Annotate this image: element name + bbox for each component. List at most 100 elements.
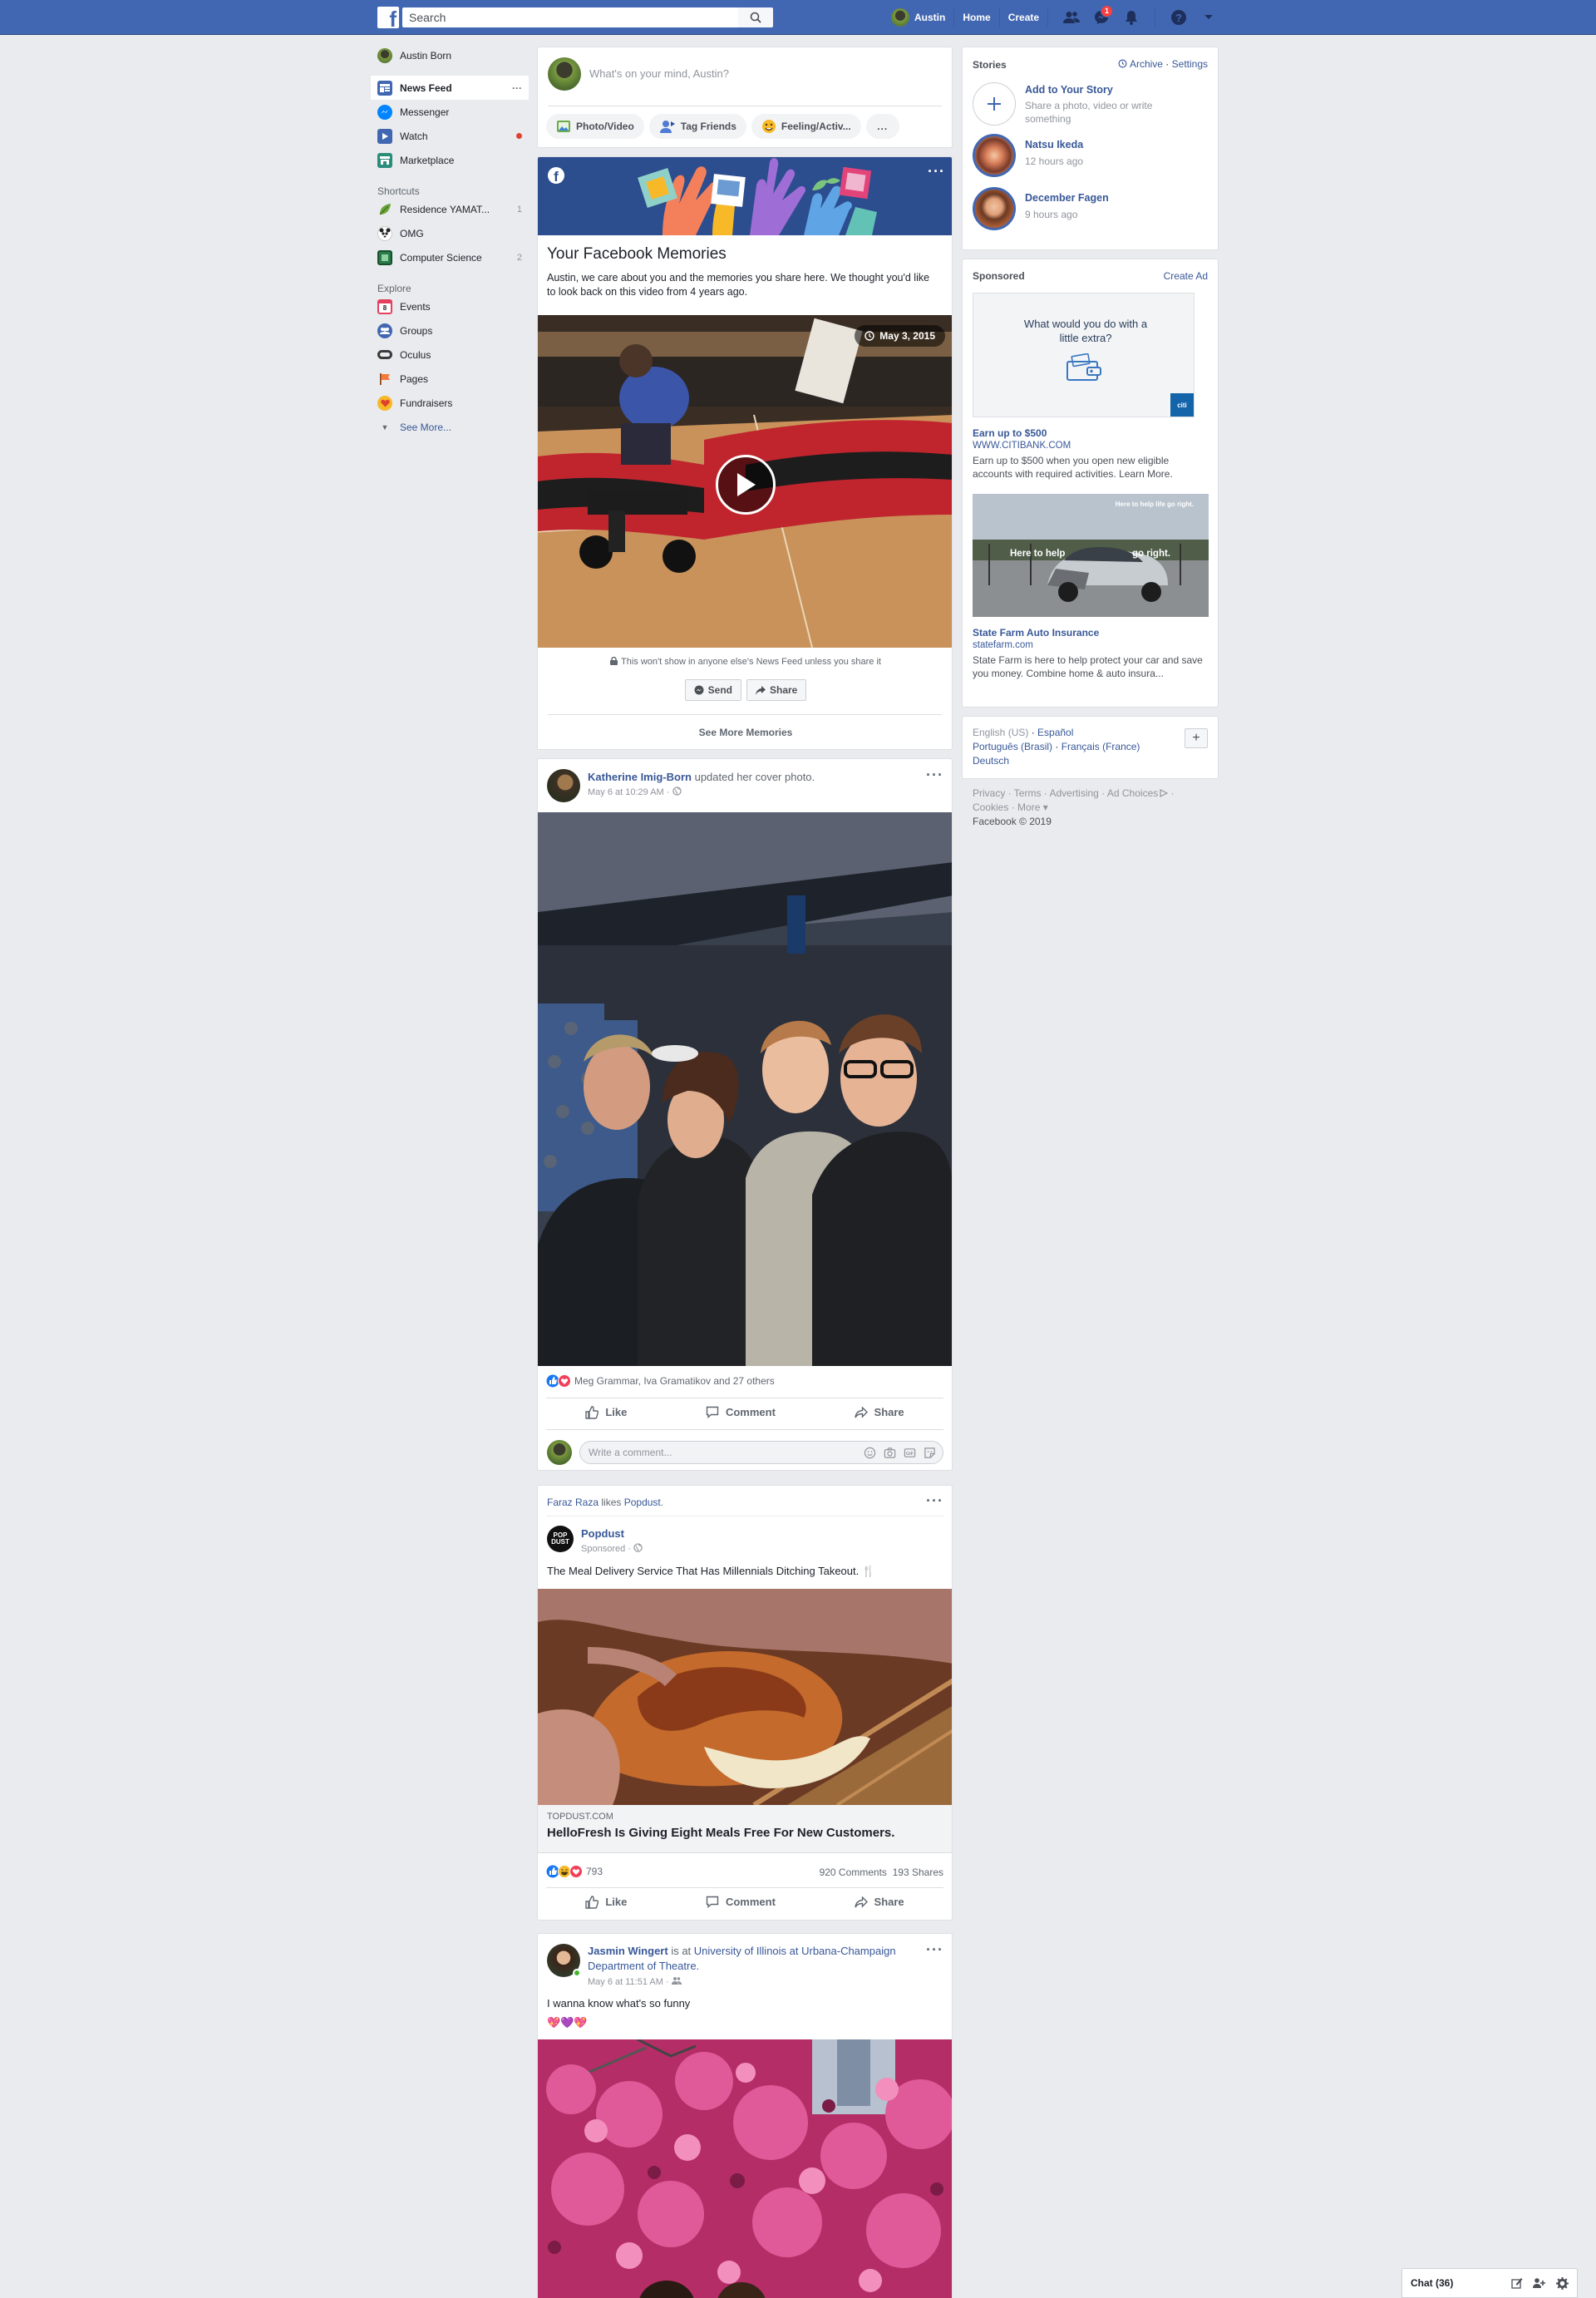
citi-ad-image[interactable]: What would you do with a little extra? c… bbox=[973, 293, 1195, 417]
photo-video-button[interactable]: Photo/Video bbox=[546, 114, 644, 139]
friend-requests-button[interactable] bbox=[1057, 0, 1086, 35]
author-link[interactable]: Jasmin Wingert bbox=[588, 1945, 668, 1957]
comment-input[interactable]: Write a comment... GIF bbox=[579, 1441, 943, 1464]
comments-count[interactable]: 920 Comments bbox=[820, 1867, 887, 1878]
settings-link[interactable]: Settings bbox=[1172, 58, 1208, 70]
add-story-button[interactable] bbox=[973, 82, 1016, 126]
create-ad-link[interactable]: Create Ad bbox=[1164, 270, 1208, 282]
ad-image[interactable] bbox=[538, 1589, 952, 1805]
emoji-icon[interactable] bbox=[864, 1447, 876, 1459]
add-story-title[interactable]: Add to Your Story bbox=[1025, 84, 1113, 96]
post-timestamp[interactable]: May 6 at 11:51 AM · bbox=[588, 1976, 682, 1987]
memory-video[interactable]: May 3, 2015 bbox=[538, 315, 952, 648]
sidebar-profile[interactable]: Austin Born bbox=[371, 43, 529, 67]
sidebar-item-shortcut[interactable]: Computer Science 2 bbox=[371, 245, 529, 269]
language-link[interactable]: Español bbox=[1037, 727, 1073, 738]
page-link[interactable]: Popdust bbox=[624, 1497, 661, 1508]
like-button[interactable]: Like bbox=[585, 1405, 627, 1419]
share-button[interactable]: Share bbox=[854, 1406, 904, 1418]
popdust-logo-icon[interactable]: POP DUST bbox=[547, 1526, 574, 1552]
more-options-button[interactable]: ... bbox=[865, 114, 899, 139]
add-language-button[interactable]: + bbox=[1185, 728, 1208, 748]
account-menu-button[interactable] bbox=[1194, 0, 1224, 35]
notifications-button[interactable] bbox=[1116, 0, 1146, 35]
comment-button[interactable]: Comment bbox=[706, 1896, 776, 1908]
sidebar-item-shortcut[interactable]: OMG bbox=[371, 221, 529, 245]
cover-photo[interactable] bbox=[538, 812, 952, 1366]
more-options-icon[interactable]: ··· bbox=[926, 767, 943, 782]
link-preview[interactable]: TOPDUST.COM HelloFresh Is Giving Eight M… bbox=[538, 1805, 952, 1853]
ad-url[interactable]: statefarm.com bbox=[973, 640, 1033, 650]
create-link[interactable]: Create bbox=[1008, 12, 1039, 23]
sidebar-item-fundraisers[interactable]: Fundraisers bbox=[371, 391, 529, 415]
reactions-summary[interactable]: Meg Grammar, Iva Gramatikov and 27 other… bbox=[546, 1374, 775, 1388]
caret-down-icon[interactable]: ▾ bbox=[1040, 801, 1048, 813]
sidebar-item-shortcut[interactable]: Residence YAMAT... 1 bbox=[371, 197, 529, 221]
sidebar-item-events[interactable]: 8 Events bbox=[371, 294, 529, 318]
gif-icon[interactable]: GIF bbox=[904, 1447, 916, 1459]
create-group-icon[interactable] bbox=[1533, 2277, 1546, 2289]
post-timestamp[interactable]: May 6 at 10:29 AM · bbox=[588, 787, 682, 797]
more-options-icon[interactable]: ··· bbox=[512, 82, 522, 94]
language-link[interactable]: Français (France) bbox=[1062, 741, 1140, 752]
sticker-icon[interactable] bbox=[924, 1447, 936, 1459]
composer-input[interactable]: What's on your mind, Austin? bbox=[589, 67, 729, 80]
ad-title[interactable]: Earn up to $500 bbox=[973, 427, 1047, 439]
reactions-summary[interactable]: 793 bbox=[546, 1865, 603, 1878]
search-button[interactable] bbox=[738, 7, 773, 27]
story-item[interactable]: December Fagen 9 hours ago bbox=[973, 187, 1205, 234]
profile-link[interactable]: Austin bbox=[891, 8, 945, 27]
messenger-button[interactable]: 1 bbox=[1086, 0, 1116, 35]
search-input[interactable] bbox=[402, 7, 738, 27]
camera-icon[interactable] bbox=[884, 1447, 896, 1459]
see-more-memories-link[interactable]: See More Memories bbox=[538, 727, 952, 738]
liker-link[interactable]: Faraz Raza bbox=[547, 1497, 598, 1508]
sidebar-item-oculus[interactable]: Oculus bbox=[371, 343, 529, 367]
sidebar-item-marketplace[interactable]: Marketplace bbox=[371, 148, 529, 172]
help-button[interactable]: ? bbox=[1164, 0, 1194, 35]
footer-link[interactable]: Cookies bbox=[973, 801, 1008, 813]
share-button[interactable]: Share bbox=[746, 679, 807, 701]
ad-title[interactable]: State Farm Auto Insurance bbox=[973, 627, 1099, 639]
story-item[interactable]: Natsu Ikeda 12 hours ago bbox=[973, 134, 1205, 180]
feeling-activity-button[interactable]: Feeling/Activ... bbox=[751, 114, 861, 139]
footer-link[interactable]: Terms bbox=[1014, 787, 1042, 799]
page-name-link[interactable]: Popdust bbox=[581, 1527, 624, 1540]
ad-image-text: What would you do with a little extra? bbox=[1023, 318, 1148, 344]
sidebar-item-messenger[interactable]: Messenger bbox=[371, 100, 529, 124]
comment-button[interactable]: Comment bbox=[706, 1406, 776, 1418]
see-more-link[interactable]: ▼ See More... bbox=[371, 415, 529, 439]
post-photo[interactable] bbox=[538, 2039, 952, 2298]
language-link[interactable]: Português (Brasil) bbox=[973, 741, 1052, 752]
avatar[interactable] bbox=[547, 769, 580, 802]
archive-link[interactable]: Archive bbox=[1130, 58, 1163, 70]
play-button[interactable] bbox=[716, 455, 776, 515]
home-link[interactable]: Home bbox=[963, 12, 990, 23]
chat-bar[interactable]: Chat (36) bbox=[1401, 2268, 1578, 2298]
footer-link[interactable]: Privacy bbox=[973, 787, 1005, 799]
sidebar-item-groups[interactable]: Groups bbox=[371, 318, 529, 343]
language-link[interactable]: Deutsch bbox=[973, 755, 1009, 767]
more-options-icon[interactable]: ··· bbox=[926, 1493, 943, 1508]
shares-count[interactable]: 193 Shares bbox=[893, 1867, 943, 1878]
share-button[interactable]: Share bbox=[854, 1896, 904, 1908]
ad-url[interactable]: WWW.CITIBANK.COM bbox=[973, 441, 1071, 451]
send-button[interactable]: Send bbox=[684, 679, 741, 701]
author-link[interactable]: Katherine Imig-Born bbox=[588, 771, 692, 783]
avatar bbox=[377, 47, 392, 63]
more-options-icon[interactable]: ··· bbox=[926, 1942, 943, 1957]
more-options-icon[interactable]: ··· bbox=[928, 164, 945, 179]
sidebar-item-watch[interactable]: Watch bbox=[371, 124, 529, 148]
sponsored-label[interactable]: Sponsored · bbox=[581, 1543, 643, 1554]
gear-icon[interactable] bbox=[1556, 2276, 1569, 2290]
new-message-icon[interactable] bbox=[1511, 2277, 1523, 2289]
footer-link[interactable]: Advertising bbox=[1049, 787, 1098, 799]
tag-friends-button[interactable]: Tag Friends bbox=[648, 114, 746, 139]
sidebar-item-pages[interactable]: Pages bbox=[371, 367, 529, 391]
like-button[interactable]: Like bbox=[585, 1895, 627, 1909]
sidebar-item-news-feed[interactable]: News Feed ··· bbox=[371, 76, 529, 100]
footer-link[interactable]: Ad Choices bbox=[1107, 787, 1158, 799]
footer-link[interactable]: More bbox=[1017, 801, 1040, 813]
statefarm-ad-image[interactable]: Here to help life go right. Here to help… bbox=[973, 494, 1209, 617]
facebook-logo-icon[interactable]: f bbox=[377, 7, 399, 28]
